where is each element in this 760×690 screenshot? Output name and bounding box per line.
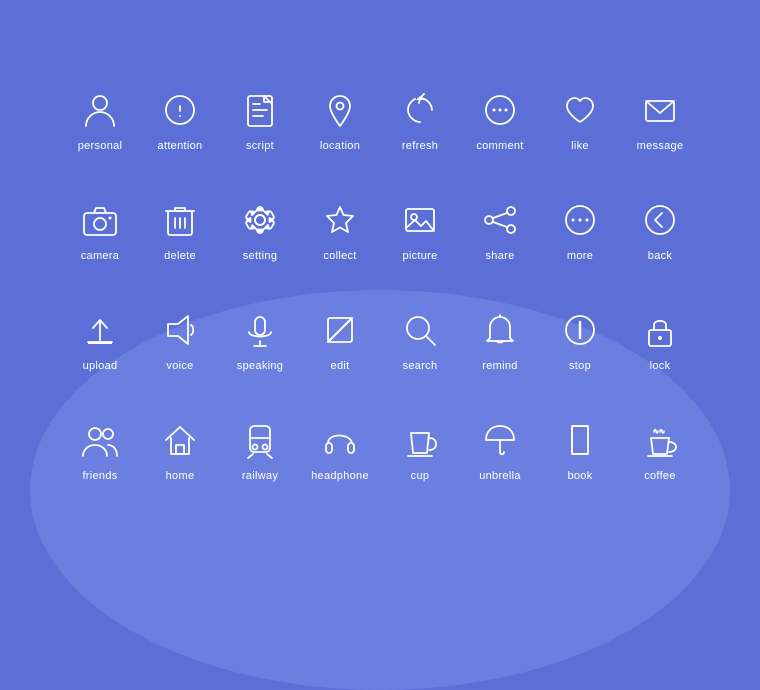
icon-railway[interactable]: railway xyxy=(220,395,300,505)
icon-delete[interactable]: delete xyxy=(140,175,220,285)
location-label: location xyxy=(320,140,360,152)
like-label: like xyxy=(571,140,589,152)
icon-grid: personal attention script location refre… xyxy=(60,65,700,505)
lock-label: lock xyxy=(650,360,671,372)
icon-collect[interactable]: collect xyxy=(300,175,380,285)
picture-label: picture xyxy=(402,250,437,262)
icon-voice[interactable]: voice xyxy=(140,285,220,395)
stop-label: stop xyxy=(569,360,591,372)
like-icon xyxy=(558,88,602,132)
cup-icon xyxy=(398,418,442,462)
icon-camera[interactable]: camera xyxy=(60,175,140,285)
edit-icon xyxy=(318,308,362,352)
home-label: home xyxy=(166,470,195,482)
collect-icon xyxy=(318,198,362,242)
icon-picture[interactable]: picture xyxy=(380,175,460,285)
more-label: more xyxy=(567,250,593,262)
icon-script[interactable]: script xyxy=(220,65,300,175)
friends-label: friends xyxy=(82,470,117,482)
edit-label: edit xyxy=(331,360,350,372)
icon-back[interactable]: back xyxy=(620,175,700,285)
attention-icon xyxy=(158,88,202,132)
friends-icon xyxy=(78,418,122,462)
icon-more[interactable]: more xyxy=(540,175,620,285)
icon-upload[interactable]: upload xyxy=(60,285,140,395)
message-label: message xyxy=(637,140,684,152)
icon-edit[interactable]: edit xyxy=(300,285,380,395)
setting-label: setting xyxy=(243,250,278,262)
share-label: share xyxy=(485,250,514,262)
attention-label: attention xyxy=(158,140,203,152)
unbrella-label: unbrella xyxy=(479,470,521,482)
icon-setting[interactable]: setting xyxy=(220,175,300,285)
icon-unbrella[interactable]: unbrella xyxy=(460,395,540,505)
camera-label: camera xyxy=(81,250,119,262)
voice-icon xyxy=(158,308,202,352)
script-icon xyxy=(238,88,282,132)
comment-icon xyxy=(478,88,522,132)
voice-label: voice xyxy=(166,360,193,372)
search-label: search xyxy=(403,360,438,372)
icon-speaking[interactable]: speaking xyxy=(220,285,300,395)
icon-coffee[interactable]: coffee xyxy=(620,395,700,505)
icon-friends[interactable]: friends xyxy=(60,395,140,505)
icon-refresh[interactable]: refresh xyxy=(380,65,460,175)
book-icon xyxy=(558,418,602,462)
speaking-label: speaking xyxy=(237,360,283,372)
icon-like[interactable]: like xyxy=(540,65,620,175)
unbrella-icon xyxy=(478,418,522,462)
back-label: back xyxy=(648,250,672,262)
remind-label: remind xyxy=(482,360,517,372)
icon-search[interactable]: search xyxy=(380,285,460,395)
collect-label: collect xyxy=(323,250,356,262)
icon-share[interactable]: share xyxy=(460,175,540,285)
setting-icon xyxy=(238,198,282,242)
icon-stop[interactable]: stop xyxy=(540,285,620,395)
back-icon xyxy=(638,198,682,242)
icon-home[interactable]: home xyxy=(140,395,220,505)
cup-label: cup xyxy=(411,470,430,482)
icon-book[interactable]: book xyxy=(540,395,620,505)
lock-icon xyxy=(638,308,682,352)
share-icon xyxy=(478,198,522,242)
icon-cup[interactable]: cup xyxy=(380,395,460,505)
script-label: script xyxy=(246,140,274,152)
delete-label: delete xyxy=(164,250,196,262)
headphone-label: headphone xyxy=(311,470,369,482)
refresh-label: refresh xyxy=(402,140,438,152)
more-icon xyxy=(558,198,602,242)
personal-icon xyxy=(78,88,122,132)
personal-label: personal xyxy=(78,140,123,152)
refresh-icon xyxy=(398,88,442,132)
railway-icon xyxy=(238,418,282,462)
book-label: book xyxy=(567,470,592,482)
icon-location[interactable]: location xyxy=(300,65,380,175)
coffee-label: coffee xyxy=(644,470,676,482)
delete-icon xyxy=(158,198,202,242)
stop-icon xyxy=(558,308,602,352)
railway-label: railway xyxy=(242,470,278,482)
icon-remind[interactable]: remind xyxy=(460,285,540,395)
search-icon xyxy=(398,308,442,352)
coffee-icon xyxy=(638,418,682,462)
remind-icon xyxy=(478,308,522,352)
icon-lock[interactable]: lock xyxy=(620,285,700,395)
icon-attention[interactable]: attention xyxy=(140,65,220,175)
comment-label: comment xyxy=(476,140,523,152)
icon-headphone[interactable]: headphone xyxy=(300,395,380,505)
icon-personal[interactable]: personal xyxy=(60,65,140,175)
headphone-icon xyxy=(318,418,362,462)
location-icon xyxy=(318,88,362,132)
upload-label: upload xyxy=(83,360,118,372)
picture-icon xyxy=(398,198,442,242)
home-icon xyxy=(158,418,202,462)
speaking-icon xyxy=(238,308,282,352)
camera-icon xyxy=(78,198,122,242)
upload-icon xyxy=(78,308,122,352)
message-icon xyxy=(638,88,682,132)
icon-message[interactable]: message xyxy=(620,65,700,175)
icon-comment[interactable]: comment xyxy=(460,65,540,175)
